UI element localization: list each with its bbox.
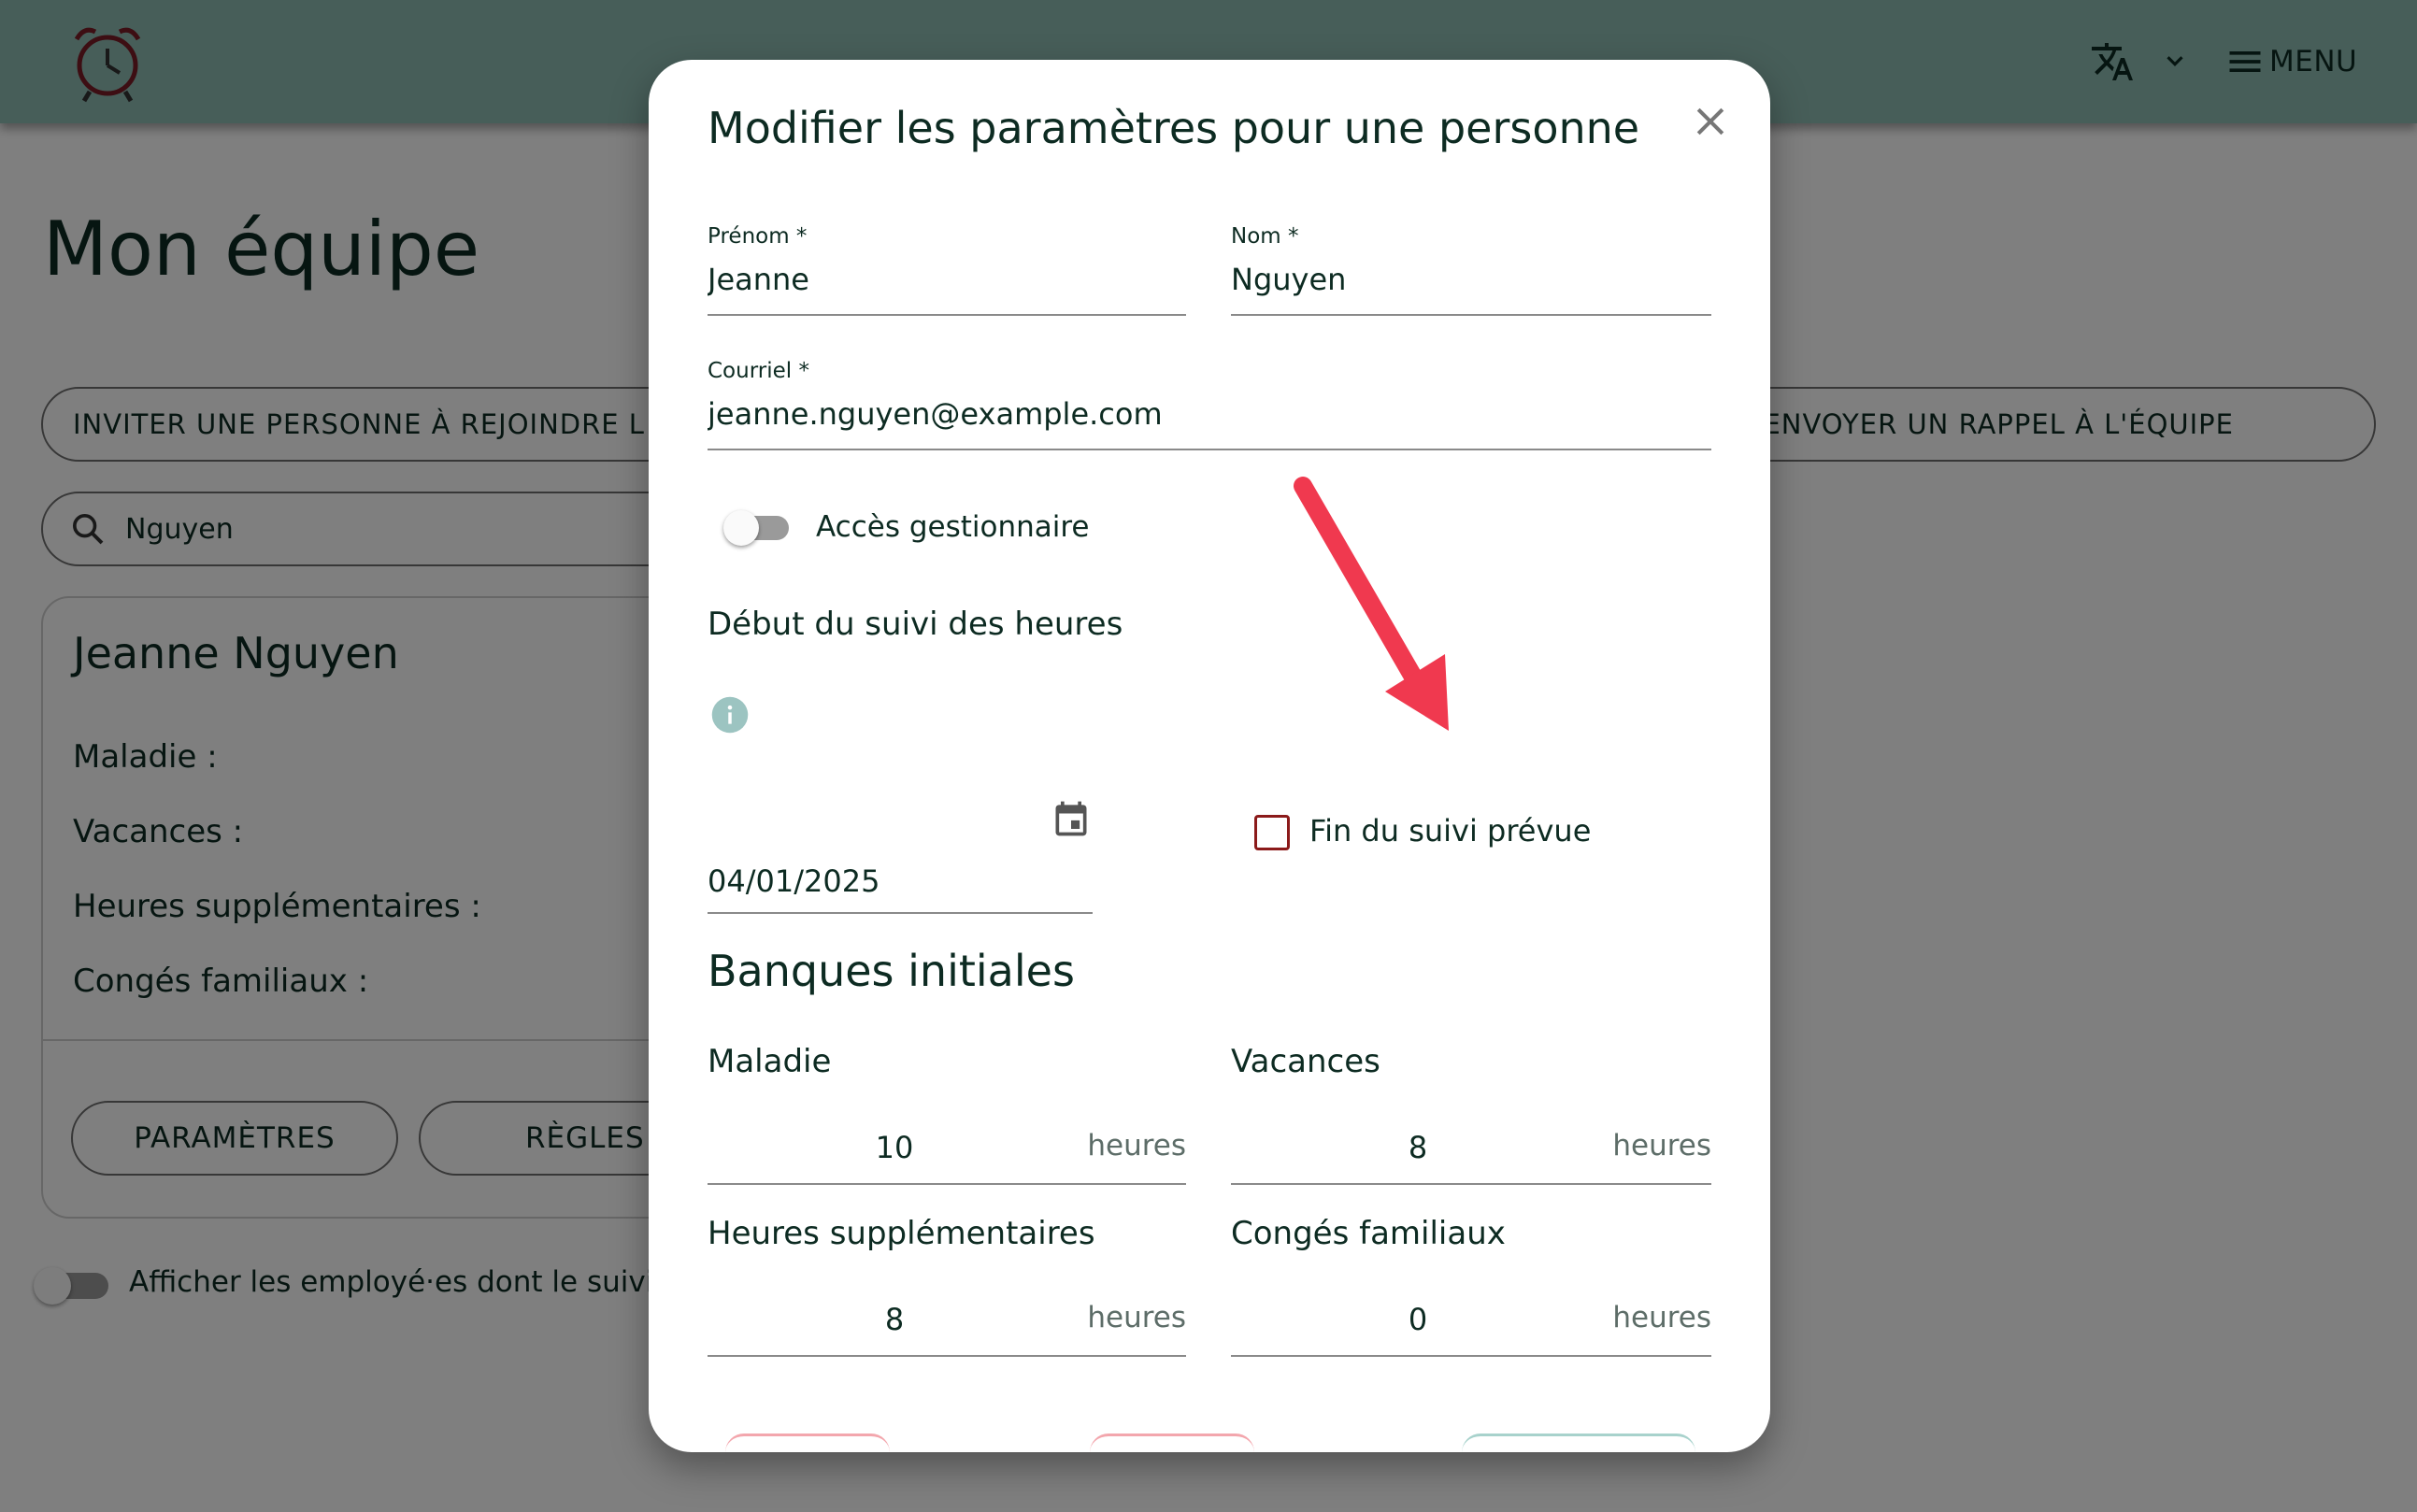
first-name-label: Prénom *: [708, 224, 808, 249]
last-name-field: Nom *: [1231, 224, 1711, 318]
last-name-input[interactable]: [1231, 256, 1711, 303]
first-name-underline: [708, 314, 1186, 316]
bank-label-vacances: Vacances: [1231, 1043, 1380, 1080]
last-name-label: Nom *: [1231, 224, 1299, 249]
start-date-underline: [708, 912, 1093, 914]
bank-vacances: heures: [1231, 1121, 1711, 1187]
edit-person-dialog: Modifier les paramètres pour une personn…: [649, 60, 1770, 1452]
bank-maladie-underline: [708, 1183, 1186, 1185]
close-icon[interactable]: [1690, 101, 1731, 142]
bank-vacances-underline: [1231, 1183, 1711, 1185]
last-name-underline: [1231, 314, 1711, 316]
bank-conges-underline: [1231, 1355, 1711, 1357]
email-label: Courriel *: [708, 359, 809, 383]
end-planned-label: Fin du suivi prévue: [1309, 813, 1592, 849]
bank-heures-sup-underline: [708, 1355, 1186, 1357]
calendar-icon[interactable]: [1051, 798, 1092, 839]
bank-conges-input[interactable]: [1231, 1293, 1605, 1346]
annotation-arrow-icon: [1294, 477, 1449, 731]
bank-vacances-unit: heures: [1612, 1129, 1711, 1163]
app-root: MENU Mon équipe INVITER UNE PERSONNE À R…: [0, 0, 2417, 1512]
initial-banks-heading: Banques initiales: [708, 946, 1075, 996]
bank-conges: heures: [1231, 1293, 1711, 1359]
info-icon[interactable]: [710, 695, 750, 735]
bank-label-conges: Congés familiaux: [1231, 1215, 1506, 1252]
bank-heures-sup-unit: heures: [1087, 1301, 1186, 1334]
start-date-input[interactable]: [708, 858, 1093, 905]
bank-heures-sup: heures: [708, 1293, 1186, 1359]
bank-heures-sup-input[interactable]: [708, 1293, 1081, 1346]
end-planned-checkbox[interactable]: [1254, 815, 1290, 850]
manager-access-toggle[interactable]: [723, 510, 789, 546]
bank-maladie: heures: [708, 1121, 1186, 1187]
first-name-input[interactable]: [708, 256, 1186, 303]
dialog-action-button-2[interactable]: [1090, 1434, 1254, 1452]
manager-access-label: Accès gestionnaire: [816, 510, 1090, 544]
bank-conges-unit: heures: [1612, 1301, 1711, 1334]
email-underline: [708, 449, 1711, 450]
dialog-action-button-3[interactable]: [1462, 1434, 1695, 1452]
first-name-field: Prénom *: [708, 224, 1186, 318]
bank-maladie-input[interactable]: [708, 1121, 1081, 1174]
toggle-knob: [723, 510, 759, 546]
email-input[interactable]: [708, 391, 1711, 437]
dialog-title: Modifier les paramètres pour une personn…: [708, 103, 1640, 153]
bank-vacances-input[interactable]: [1231, 1121, 1605, 1174]
dialog-action-button-1[interactable]: [725, 1434, 890, 1452]
bank-maladie-unit: heures: [1087, 1129, 1186, 1163]
start-tracking-heading: Début du suivi des heures: [708, 606, 1123, 643]
bank-label-maladie: Maladie: [708, 1043, 832, 1080]
start-date-field: [708, 845, 1093, 938]
bank-label-heures-sup: Heures supplémentaires: [708, 1215, 1095, 1252]
email-field: Courriel *: [708, 359, 1711, 452]
